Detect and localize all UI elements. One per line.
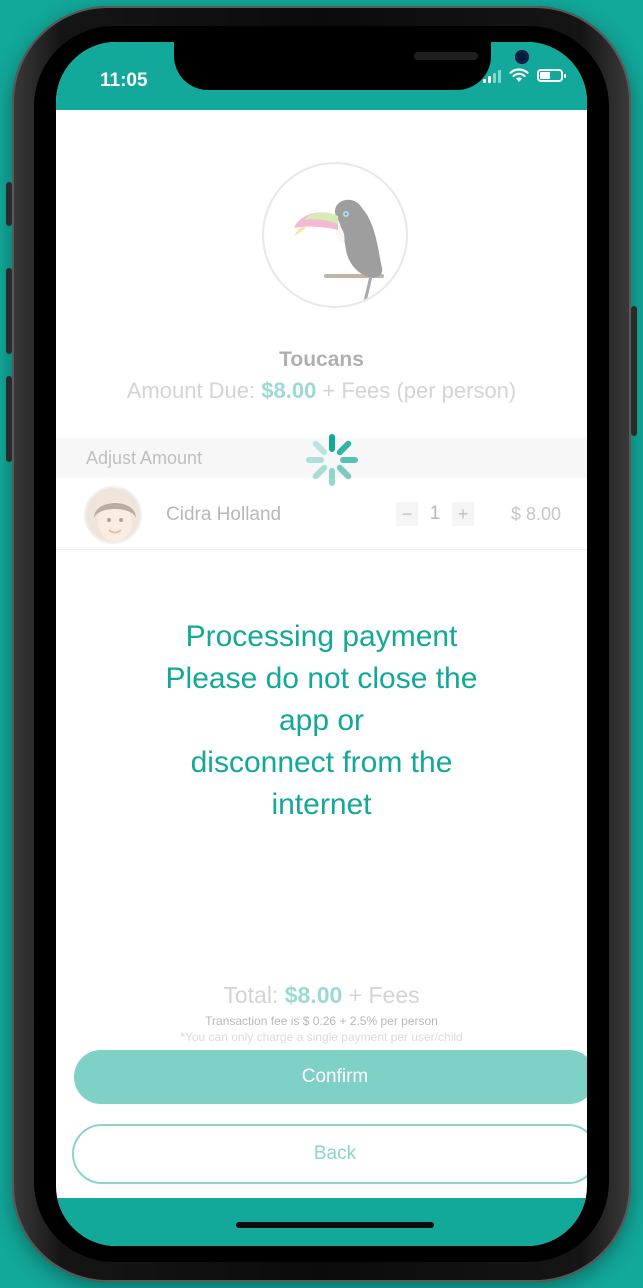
wifi-icon [509,68,529,82]
quantity-value: 1 [429,503,441,524]
member-photo [86,488,140,542]
group-name: Toucans [279,348,364,371]
member-avatar [84,486,142,544]
status-icons [483,68,566,83]
toucan-icon [264,164,384,306]
processing-line: disconnect from the [190,746,453,779]
total-value: $8.00 [284,982,343,1008]
volume-up-button [6,268,12,354]
adjust-amount-label: Adjust Amount [86,448,203,468]
back-button[interactable]: Back [72,1124,587,1184]
home-indicator[interactable] [236,1222,434,1228]
bottom-bar [56,1198,587,1246]
total-prefix: Total: [223,982,285,1008]
total: Total: $8.00 + Fees [56,982,587,1009]
amount-due-suffix: + Fees (per person) [316,378,517,403]
amount-due-prefix: Amount Due: [126,378,262,403]
member-row: Cidra Holland − 1 + $ 8.00 [56,480,587,550]
total-suffix: + Fees [342,982,420,1008]
transaction-fee-note: Transaction fee is $ 0.26 + 2.5% per per… [205,1014,438,1028]
confirm-button[interactable]: Confirm [74,1050,587,1104]
decrement-button[interactable]: − [396,502,418,526]
power-button [631,306,637,436]
loading-spinner-icon [306,434,358,486]
processing-line: Processing payment [185,620,458,653]
mute-switch [6,182,12,226]
app-screen: 11:05 Toucans Amount Due: $8.00 + Fees (… [56,42,587,1246]
processing-line: internet [271,788,372,821]
payment-content: Toucans Amount Due: $8.00 + Fees (per pe… [56,110,587,1198]
amount-due: Amount Due: $8.00 + Fees (per person) [56,378,587,404]
single-payment-note: *You can only charge a single payment pe… [180,1030,463,1044]
group-avatar [262,162,408,308]
front-camera [515,50,529,64]
amount-due-value: $8.00 [261,378,317,403]
processing-line: Please do not close the [165,662,478,695]
speaker-grille [414,52,478,60]
status-time: 11:05 [100,70,148,91]
member-name: Cidra Holland [166,504,282,525]
quantity-stepper: − 1 + [396,502,474,526]
processing-message: Processing payment Please do not close t… [116,616,527,826]
volume-down-button [6,376,12,462]
processing-line: app or [278,704,365,737]
member-price: $ 8.00 [510,504,561,524]
notch [174,42,529,90]
battery-icon [537,69,566,82]
increment-button[interactable]: + [452,502,474,526]
